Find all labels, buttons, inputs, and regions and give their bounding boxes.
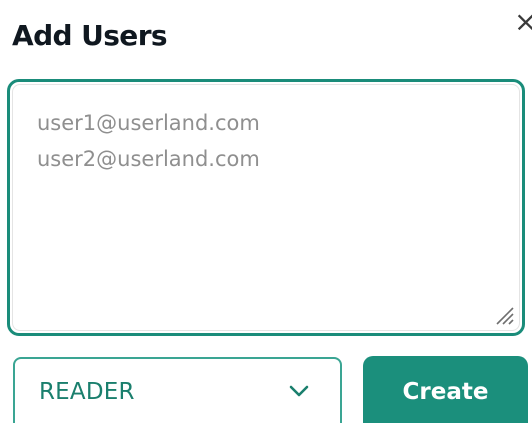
users-textarea-container[interactable]: user1@userland.com user2@userland.com <box>7 79 525 336</box>
users-email-textarea[interactable]: user1@userland.com user2@userland.com <box>13 85 519 330</box>
resize-handle-icon[interactable] <box>493 304 515 326</box>
create-button[interactable]: Create <box>363 356 528 423</box>
close-icon: × <box>514 8 532 36</box>
dialog-title: Add Users <box>12 19 168 52</box>
role-select-value: READER <box>39 379 135 405</box>
chevron-down-icon <box>289 385 309 397</box>
close-button[interactable]: × <box>514 8 532 36</box>
role-select[interactable]: READER <box>13 357 342 423</box>
